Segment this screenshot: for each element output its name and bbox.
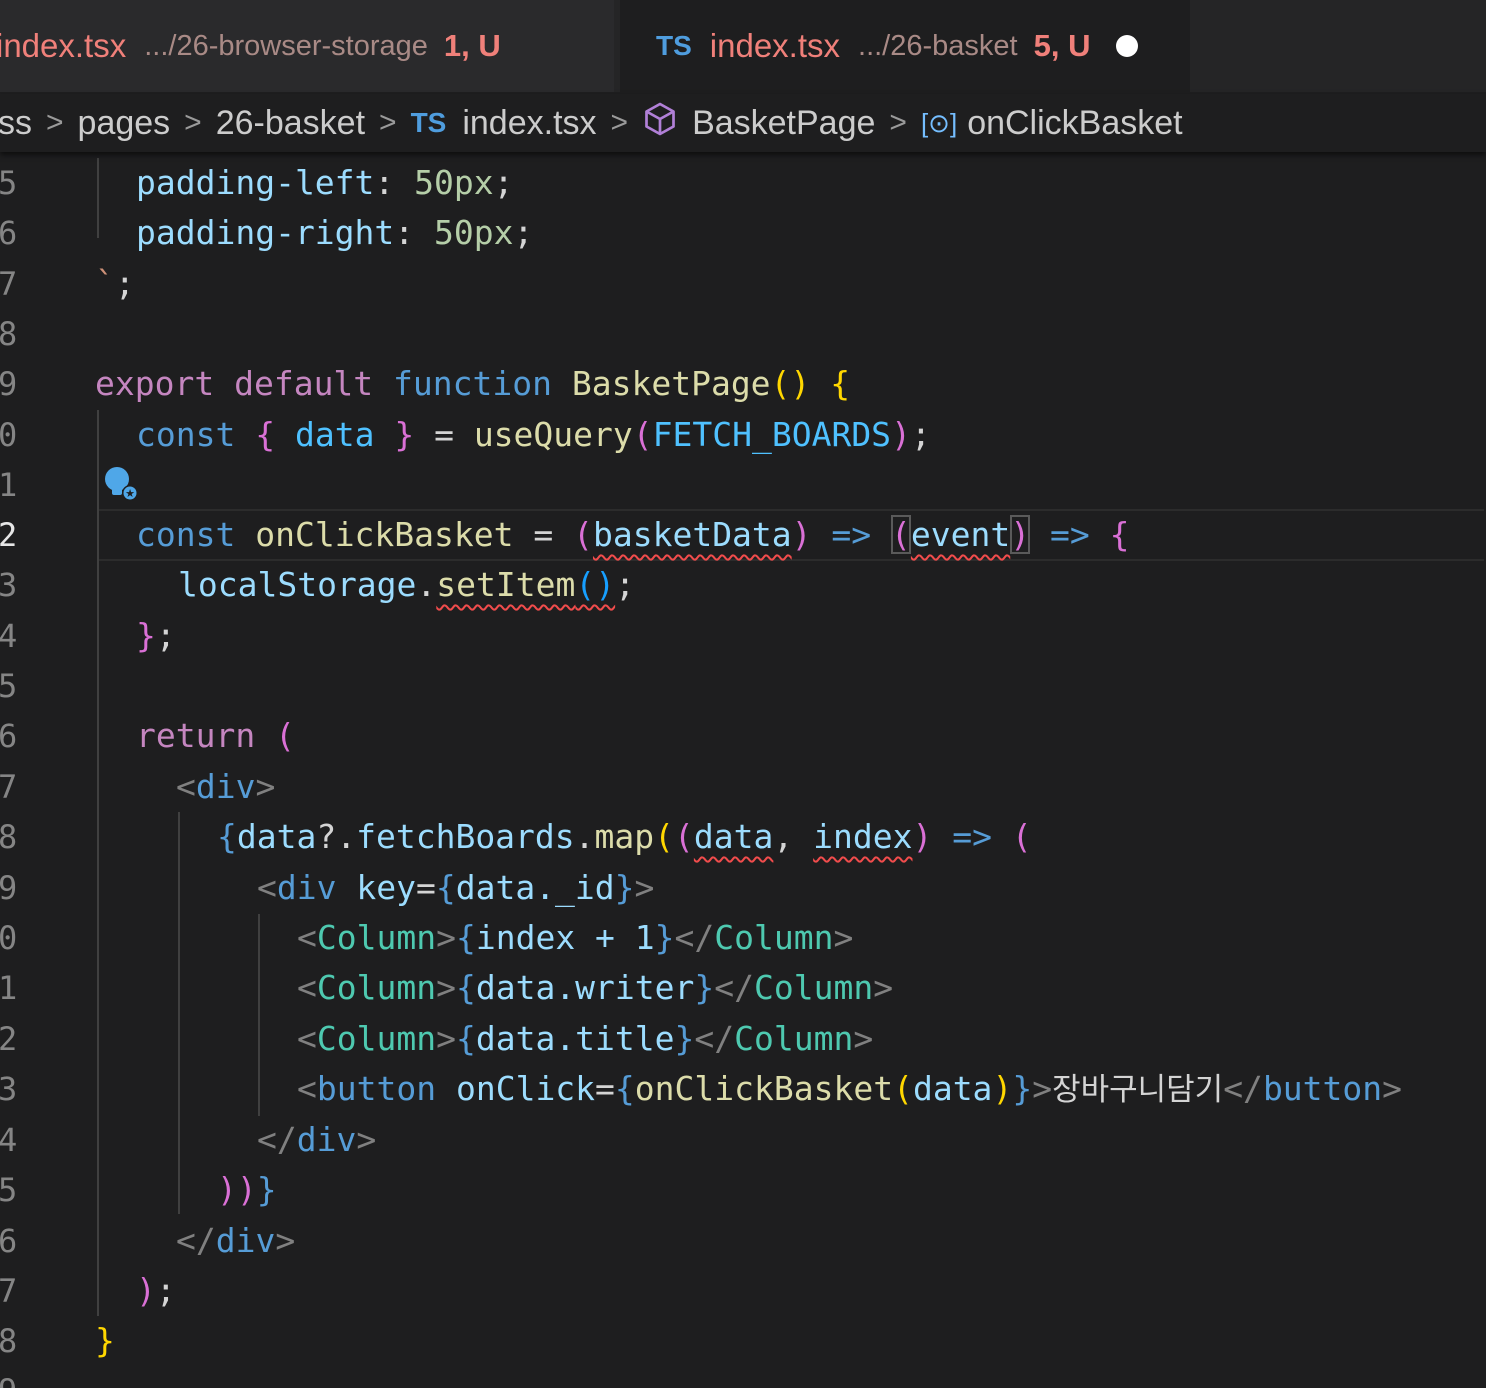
tab-file-name: index.tsx — [709, 27, 841, 64]
line-number: 7 — [0, 1272, 18, 1310]
code-line: <div key={data._id}> — [257, 868, 655, 907]
tab-basket-index[interactable]: TS index.tsx .../26-basket 5, U — [620, 0, 1190, 92]
line-number: 3 — [0, 566, 18, 604]
line-number: 6 — [0, 214, 18, 252]
tab-file-name: index.tsx — [0, 27, 127, 64]
line-number: 7 — [0, 768, 18, 806]
code-line: }; — [136, 616, 176, 655]
code-line: <Column>{data.title}</Column> — [297, 1019, 874, 1058]
code-line: padding-left: 50px; — [136, 163, 514, 202]
line-number: 9 — [0, 869, 18, 907]
breadcrumb: ss > pages > 26-basket > TS index.tsx > … — [0, 94, 1486, 152]
svg-text:★: ★ — [125, 487, 135, 500]
tab-problem-status: 1, U — [443, 28, 501, 63]
code-line: } — [95, 1321, 115, 1360]
line-number: 8 — [0, 818, 18, 856]
code-line: padding-right: 50px; — [136, 213, 534, 252]
code-line: return ( — [136, 716, 295, 755]
line-number: 9 — [0, 365, 18, 403]
chevron-right-icon: > — [889, 106, 907, 139]
code-line: <div> — [176, 767, 276, 806]
code-line: const onClickBasket = (basketData) => (e… — [136, 515, 1130, 554]
line-number: 5 — [0, 1171, 18, 1209]
code-line: {data?.fetchBoards.map((data, index) => … — [217, 817, 1032, 856]
breadcrumb-item[interactable]: index.tsx — [462, 104, 596, 143]
chevron-right-icon: > — [610, 106, 629, 139]
line-number: 8 — [0, 315, 18, 353]
breadcrumb-item[interactable]: ss — [0, 104, 32, 143]
tab-bar: index.tsx .../26-browser-storage 1, U TS… — [0, 0, 1486, 92]
line-number: 6 — [0, 1222, 18, 1260]
line-number: 8 — [0, 1322, 18, 1360]
tab-file-path: .../26-basket — [858, 29, 1018, 62]
lightbulb-icon[interactable]: ★ — [102, 464, 142, 504]
code-line: <Column>{index + 1}</Column> — [297, 918, 854, 957]
code-line: </div> — [176, 1221, 296, 1260]
code-line: <button onClick={onClickBasket(data)}>장바… — [297, 1069, 1403, 1108]
line-number: 2 — [0, 516, 18, 554]
code-line: `; — [95, 264, 135, 303]
chevron-right-icon: > — [46, 106, 64, 139]
code-line: <Column>{data.writer}</Column> — [297, 968, 894, 1007]
unsaved-dot-icon[interactable] — [1116, 35, 1139, 57]
variable-icon: [⊙] — [920, 107, 958, 138]
breadcrumb-item[interactable]: BasketPage — [692, 104, 875, 143]
line-number: 7 — [0, 265, 18, 303]
code-line: ))} — [217, 1170, 277, 1209]
tab-browser-storage-index[interactable]: index.tsx .../26-browser-storage 1, U — [0, 0, 614, 92]
indent-guide — [258, 914, 260, 1116]
breadcrumb-item[interactable]: 26-basket — [216, 104, 365, 143]
line-number: 4 — [0, 617, 18, 655]
tab-file-path: .../26-browser-storage — [144, 29, 428, 62]
code-line: const { data } = useQuery(FETCH_BOARDS); — [136, 415, 931, 454]
code-editor[interactable]: 5 6 7 8 9 0 1 2 3 4 5 6 7 8 9 0 1 2 3 4 5 6 7 8 9 ★ padding-left… — [0, 158, 1486, 1388]
code-line: ); — [136, 1271, 176, 1310]
line-number: 1 — [0, 969, 18, 1007]
chevron-right-icon: > — [184, 106, 202, 139]
line-number: 5 — [0, 667, 18, 705]
indent-guide — [178, 812, 180, 1214]
line-number: 5 — [0, 164, 18, 202]
code-line: localStorage.setItem(); — [178, 565, 635, 604]
typescript-icon: TS — [410, 107, 447, 138]
line-number: 0 — [0, 919, 18, 957]
line-number: 9 — [0, 1366, 17, 1388]
line-number: 6 — [0, 717, 18, 755]
cube-icon — [642, 101, 678, 146]
typescript-icon: TS — [656, 30, 692, 61]
line-number: 1 — [0, 466, 18, 504]
indent-guide — [97, 158, 99, 238]
tab-problem-status: 5, U — [1033, 28, 1091, 63]
breadcrumb-item[interactable]: onClickBasket — [967, 104, 1182, 143]
line-number: 3 — [0, 1070, 18, 1108]
chevron-right-icon: > — [379, 106, 397, 139]
code-line: export default function BasketPage() { — [95, 364, 851, 403]
breadcrumb-item[interactable]: pages — [78, 104, 171, 143]
indent-guide — [97, 410, 99, 1316]
line-number: 0 — [0, 416, 18, 454]
code-line: </div> — [257, 1120, 377, 1159]
line-number: 4 — [0, 1121, 18, 1159]
line-number: 2 — [0, 1020, 18, 1058]
